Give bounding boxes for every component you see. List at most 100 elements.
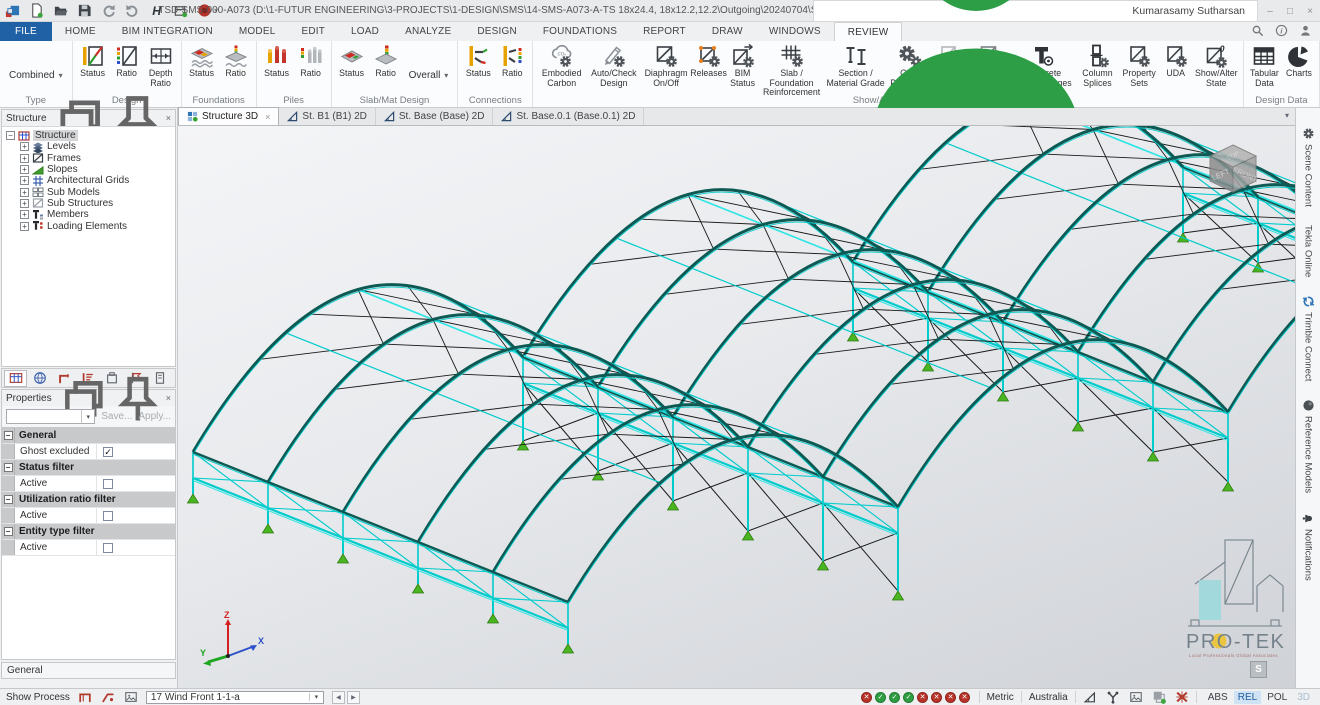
image-icon[interactable] — [124, 690, 138, 704]
apply-button[interactable]: Apply... — [138, 411, 171, 422]
sidebar-tab-scene-content[interactable]: Scene Content — [1302, 118, 1315, 216]
qat-overflow-icon[interactable]: ▾ — [214, 6, 218, 15]
next-loadcase-button[interactable]: ▶ — [347, 691, 360, 704]
new-file-icon[interactable] — [29, 3, 44, 18]
sidebar-tab-reference-models[interactable]: Reference Models — [1302, 390, 1315, 502]
ribbon-tab-foundations[interactable]: FOUNDATIONS — [530, 22, 630, 41]
layers-icon[interactable] — [1152, 690, 1166, 704]
ribbon-tab-design[interactable]: DESIGN — [464, 22, 530, 41]
loadcase-combo[interactable]: 17 Wind Front 1-1-a ▾ — [146, 691, 324, 704]
ribbon-tab-windows[interactable]: WINDOWS — [756, 22, 834, 41]
ribbon-button-ratio[interactable]: Ratio — [369, 42, 403, 95]
ribbon-tab-review[interactable]: REVIEW — [834, 22, 903, 41]
ribbon-button-charts[interactable]: Charts — [1282, 42, 1316, 95]
help-icon[interactable]: i — [1275, 24, 1288, 37]
search-icon[interactable] — [1251, 24, 1264, 37]
ribbon-button-overall[interactable]: Overall▾ — [403, 67, 455, 84]
property-set-combo[interactable]: ▾ — [6, 409, 95, 424]
expand-icon[interactable]: + — [20, 199, 29, 208]
checkbox[interactable] — [103, 543, 113, 553]
ribbon-button-slab-foundation-reinforcement[interactable]: Slab / Foundation Reinforcement — [760, 42, 824, 95]
ribbon-button-status[interactable]: Status — [260, 42, 294, 95]
show-process-button[interactable]: Show Process — [6, 692, 70, 703]
validate-icon[interactable]: H — [149, 3, 164, 18]
ribbon-tab-bim-integration[interactable]: BIM INTEGRATION — [109, 22, 226, 41]
ribbon-button-status[interactable]: Status — [461, 42, 495, 95]
ribbon-button-ratio[interactable]: Ratio — [110, 42, 144, 95]
view-tab-st-b1-b1-2d[interactable]: St. B1 (B1) 2D — [279, 107, 375, 125]
checkbox[interactable]: ✓ — [103, 447, 113, 457]
tab-list-icon[interactable]: ▾ — [1285, 111, 1289, 120]
structure-3d-model[interactable] — [178, 126, 1295, 688]
close-panel-icon[interactable]: × — [166, 113, 171, 123]
units-label[interactable]: Metric — [987, 692, 1014, 703]
ribbon-tab-file[interactable]: FILE — [0, 22, 52, 41]
frame-view-icon[interactable] — [78, 690, 92, 704]
status-indicator-6[interactable]: ✕ — [931, 692, 942, 703]
view-tab-st-base-base-2d[interactable]: St. Base (Base) 2D — [376, 107, 494, 125]
combo-caret-icon[interactable]: ▾ — [309, 693, 323, 701]
ribbon-button-status[interactable]: Status — [185, 42, 219, 95]
view-tab-structure-3d[interactable]: Structure 3D× — [178, 107, 279, 125]
status-indicator-8[interactable]: ✕ — [959, 692, 970, 703]
mode-abs[interactable]: ABS — [1204, 691, 1232, 704]
expand-icon[interactable]: + — [20, 176, 29, 185]
expand-icon[interactable]: + — [20, 154, 29, 163]
expand-icon[interactable]: + — [20, 210, 29, 219]
ribbon-tab-home[interactable]: HOME — [52, 22, 109, 41]
general-footer-bar[interactable]: General — [1, 662, 176, 679]
tree-item-sub-structures[interactable]: +Sub Structures — [20, 198, 175, 209]
account-icon[interactable] — [1299, 24, 1312, 37]
property-row-ghost-excluded[interactable]: Ghost excluded✓ — [2, 444, 175, 460]
ribbon-tab-load[interactable]: LOAD — [338, 22, 392, 41]
ribbon-button-embodied-carbon[interactable]: co2Embodied Carbon — [536, 42, 587, 95]
save-button[interactable]: Save... — [101, 411, 132, 422]
ribbon-button-combined[interactable]: Combined▾ — [3, 67, 69, 84]
minimize-button[interactable]: – — [1260, 0, 1280, 22]
ribbon-tab-edit[interactable]: EDIT — [288, 22, 338, 41]
tree-item-architectural-grids[interactable]: +Architectural Grids — [20, 175, 175, 186]
frame-edit-icon[interactable] — [101, 690, 115, 704]
property-row-active[interactable]: Active — [2, 476, 175, 492]
view-tab-st-base-0-1-base-0-1-2d[interactable]: St. Base.0.1 (Base.0.1) 2D — [493, 107, 644, 125]
close-panel-icon[interactable]: × — [166, 393, 171, 403]
ribbon-button-status[interactable]: Status — [335, 42, 369, 95]
record-icon[interactable] — [197, 3, 212, 18]
globe-panel-tab[interactable] — [28, 370, 51, 387]
close-button[interactable]: × — [1300, 0, 1320, 22]
tree-item-levels[interactable]: +Levels — [20, 141, 175, 152]
ribbon-tab-model[interactable]: MODEL — [226, 22, 289, 41]
tree-item-members[interactable]: +Members — [20, 209, 175, 220]
checkbox[interactable] — [103, 511, 113, 521]
ribbon-button-ratio[interactable]: Ratio — [219, 42, 253, 95]
status-indicator-1[interactable]: ✕ — [861, 692, 872, 703]
node-snap-icon[interactable] — [1106, 690, 1120, 704]
status-indicator-2[interactable]: ✓ — [875, 692, 886, 703]
view-image-icon[interactable] — [1129, 690, 1143, 704]
sidebar-tab-notifications[interactable]: Notifications — [1302, 503, 1315, 590]
grid-off-icon[interactable] — [1175, 690, 1189, 704]
view-cube[interactable]: TOP LEFT FRONT — [1201, 140, 1265, 204]
tree-item-frames[interactable]: +Frames — [20, 153, 175, 164]
tree-item-structure[interactable]: −Structure — [6, 130, 175, 141]
ribbon-button-depth-ratio[interactable]: Depth Ratio — [144, 42, 178, 95]
collapse-icon[interactable]: − — [4, 463, 13, 472]
property-row-active[interactable]: Active — [2, 508, 175, 524]
ribbon-tab-report[interactable]: REPORT — [630, 22, 699, 41]
combo-caret-icon[interactable]: ▾ — [81, 410, 94, 423]
checkbox[interactable] — [103, 479, 113, 489]
region-label[interactable]: Australia — [1029, 692, 1068, 703]
expand-icon[interactable]: + — [20, 188, 29, 197]
structure-panel-tab[interactable] — [4, 370, 27, 387]
ribbon-button-status[interactable]: Status — [76, 42, 110, 95]
status-indicator-7[interactable]: ✕ — [945, 692, 956, 703]
app-logo-icon[interactable] — [5, 3, 20, 18]
undo-icon[interactable] — [101, 3, 116, 18]
redo-icon[interactable] — [125, 3, 140, 18]
collapse-icon[interactable]: − — [4, 431, 13, 440]
ribbon-button-uda[interactable]: UDA — [1159, 42, 1193, 95]
selection-badge[interactable]: S — [1250, 661, 1267, 678]
expand-icon[interactable]: + — [20, 222, 29, 231]
prev-loadcase-button[interactable]: ◀ — [332, 691, 345, 704]
ribbon-tab-draw[interactable]: DRAW — [699, 22, 756, 41]
